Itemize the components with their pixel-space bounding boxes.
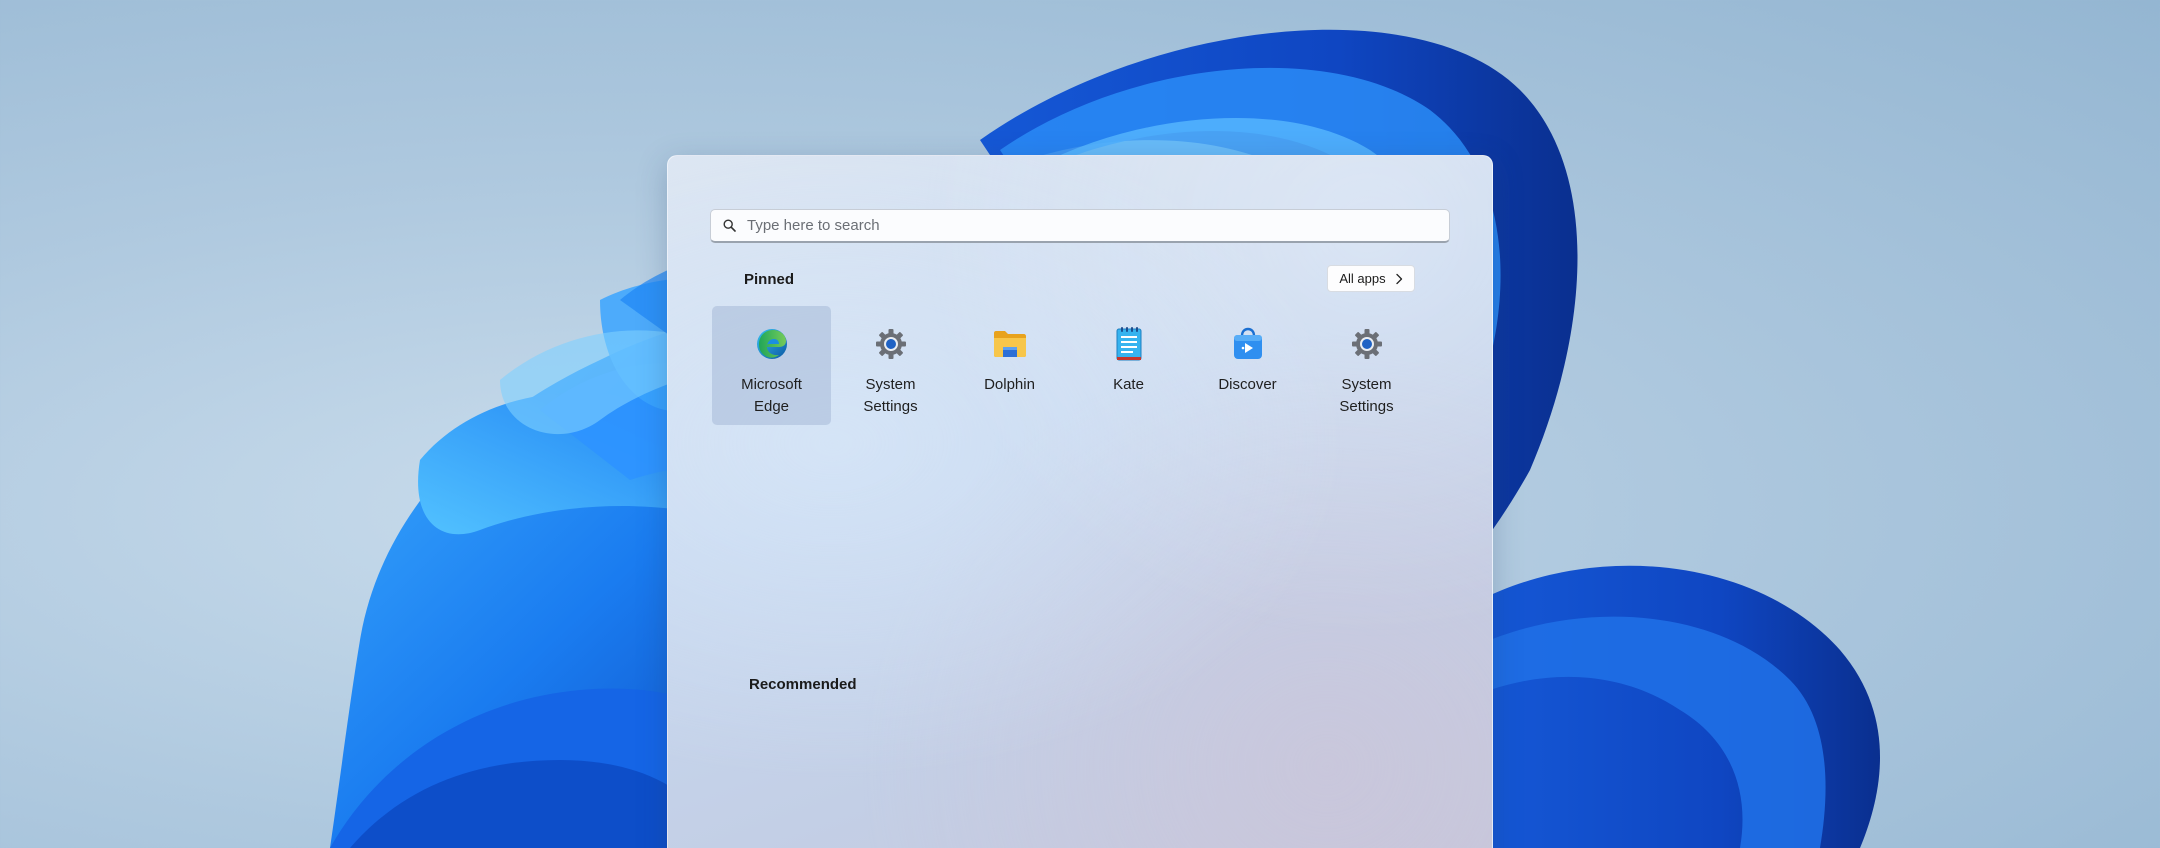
app-label: Kate (1113, 376, 1144, 393)
pinned-app-dolphin[interactable]: Dolphin (950, 306, 1069, 425)
pinned-app-discover[interactable]: Discover (1188, 306, 1307, 425)
chevron-right-icon (1395, 273, 1403, 285)
shopping-bag-icon (1230, 326, 1266, 362)
all-apps-label: All apps (1339, 271, 1386, 286)
search-icon (722, 219, 736, 233)
gear-icon (873, 326, 909, 362)
pinned-app-kate[interactable]: Kate (1069, 306, 1188, 425)
pinned-apps-grid: Microsoft Edge System Settings Dolphin K… (712, 306, 1426, 425)
app-label: Discover (1218, 376, 1277, 393)
pinned-title: Pinned (744, 271, 795, 288)
app-label: Microsoft Edge (741, 376, 802, 415)
app-label: System Settings (1339, 376, 1394, 415)
pinned-app-system-settings[interactable]: System Settings (831, 306, 950, 425)
all-apps-button[interactable]: All apps (1327, 265, 1415, 292)
search-box[interactable] (710, 209, 1450, 243)
gear-icon (1349, 326, 1385, 362)
pinned-app-system-settings-2[interactable]: System Settings (1307, 306, 1426, 425)
recommended-title: Recommended (749, 676, 857, 693)
start-menu: Pinned All apps (667, 155, 1493, 848)
pinned-app-microsoft-edge[interactable]: Microsoft Edge (712, 306, 831, 425)
app-label: Dolphin (984, 376, 1035, 393)
search-input[interactable] (745, 216, 1429, 235)
folder-icon (992, 326, 1028, 362)
notepad-icon (1111, 326, 1147, 362)
app-label: System Settings (863, 376, 918, 415)
microsoft-edge-icon (754, 326, 790, 362)
